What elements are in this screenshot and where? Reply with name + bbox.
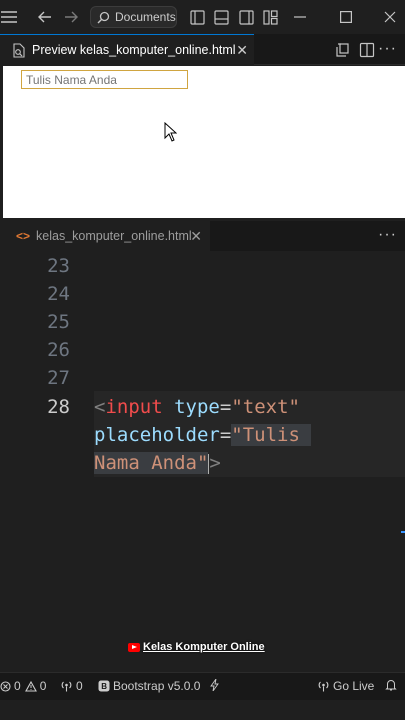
status-bar: 0 0 0 B Bootstrap v5.0.0 Go Live — [0, 672, 405, 700]
menu-icon[interactable] — [0, 8, 18, 26]
line-number: 24 — [47, 283, 70, 305]
code-line: <input type="text" — [94, 396, 300, 418]
mouse-cursor-icon — [164, 122, 177, 142]
line-number: 26 — [47, 339, 70, 361]
ports-count: 0 — [76, 679, 83, 693]
open-source-icon[interactable] — [334, 42, 350, 58]
problems-status[interactable]: 0 0 — [0, 679, 46, 693]
warning-count: 0 — [39, 679, 47, 693]
editor-tab-label: kelas_komputer_online.html — [36, 228, 192, 243]
line-number: 27 — [47, 367, 70, 389]
preview-name-input[interactable] — [21, 70, 188, 89]
equals-sign: = — [219, 424, 232, 446]
channel-watermark: Kelas Komputer Online — [128, 641, 265, 653]
lightning-icon — [210, 679, 219, 691]
html-file-icon: <> — [16, 228, 31, 243]
forward-arrow-icon[interactable] — [62, 8, 80, 26]
selection-padding — [299, 424, 312, 446]
preview-file-icon — [13, 42, 25, 58]
error-icon — [0, 680, 11, 692]
scrollbar-marker — [401, 531, 405, 533]
tab-html-file[interactable]: <> kelas_komputer_online.html ✕ — [0, 221, 210, 251]
closing-quote: " — [196, 452, 209, 474]
warning-icon — [24, 680, 37, 692]
equals-sign: = — [219, 396, 232, 418]
watermark-text: Kelas Komputer Online — [143, 641, 265, 653]
svg-text:B: B — [101, 682, 107, 691]
close-window-icon[interactable] — [381, 8, 399, 26]
notifications-bell-icon[interactable] — [385, 679, 400, 691]
tag-open-bracket: < — [94, 396, 106, 418]
bootstrap-status[interactable]: B Bootstrap v5.0.0 — [98, 679, 200, 693]
code-line: Nama Anda"> — [94, 452, 221, 474]
more-actions-icon[interactable]: ··· — [378, 40, 397, 58]
code-editor[interactable]: 23 24 25 26 27 28 <input type="text" pla… — [0, 251, 405, 672]
line-number: 25 — [47, 311, 70, 333]
search-icon — [97, 11, 110, 23]
editor-tab-bar: <> kelas_komputer_online.html ✕ ··· — [0, 221, 405, 251]
attribute-value: "Tulis — [231, 424, 300, 446]
attribute-name: type — [174, 396, 220, 418]
tag-name: input — [105, 396, 163, 418]
tab-preview[interactable]: Preview kelas_komputer_online.html ✕ — [0, 34, 254, 65]
attribute-value: Nama Anda — [94, 452, 197, 474]
ports-status[interactable]: 0 — [60, 679, 83, 693]
close-tab-icon[interactable]: ✕ — [190, 228, 202, 245]
line-number: 23 — [47, 255, 70, 277]
line-number: 28 — [47, 396, 70, 418]
title-bar: Documents — [0, 0, 405, 34]
toggle-secondary-sidebar-icon[interactable] — [237, 8, 255, 26]
html-preview-pane — [3, 66, 405, 218]
bottom-strip — [0, 700, 405, 720]
toggle-primary-sidebar-icon[interactable] — [188, 8, 206, 26]
bootstrap-version: Bootstrap v5.0.0 — [113, 679, 201, 693]
go-live-button[interactable]: Go Live — [317, 679, 374, 693]
search-label: Documents — [115, 10, 176, 24]
toggle-panel-icon[interactable] — [212, 8, 230, 26]
maximize-icon[interactable] — [337, 8, 355, 26]
error-count: 0 — [14, 679, 21, 693]
more-actions-icon[interactable]: ··· — [378, 226, 397, 244]
customize-layout-icon[interactable] — [261, 8, 279, 26]
command-center-search[interactable]: Documents — [90, 6, 177, 28]
split-editor-icon[interactable] — [359, 42, 375, 58]
minimize-icon[interactable] — [291, 8, 309, 26]
code-line: placeholder="Tulis — [94, 424, 312, 446]
tag-close-bracket: > — [209, 452, 221, 474]
attribute-name: placeholder — [94, 424, 220, 446]
broadcast-icon — [61, 681, 72, 692]
close-tab-icon[interactable]: ✕ — [236, 43, 248, 57]
preview-tab-bar: Preview kelas_komputer_online.html ✕ ··· — [0, 34, 405, 65]
lightning-status[interactable] — [210, 679, 222, 691]
youtube-logo-icon — [128, 642, 140, 652]
preview-tab-label: Preview kelas_komputer_online.html — [32, 43, 236, 57]
broadcast-icon — [318, 681, 329, 692]
back-arrow-icon[interactable] — [36, 8, 54, 26]
attribute-value: "text" — [231, 396, 300, 418]
bootstrap-icon: B — [98, 680, 110, 692]
go-live-label: Go Live — [333, 679, 375, 693]
